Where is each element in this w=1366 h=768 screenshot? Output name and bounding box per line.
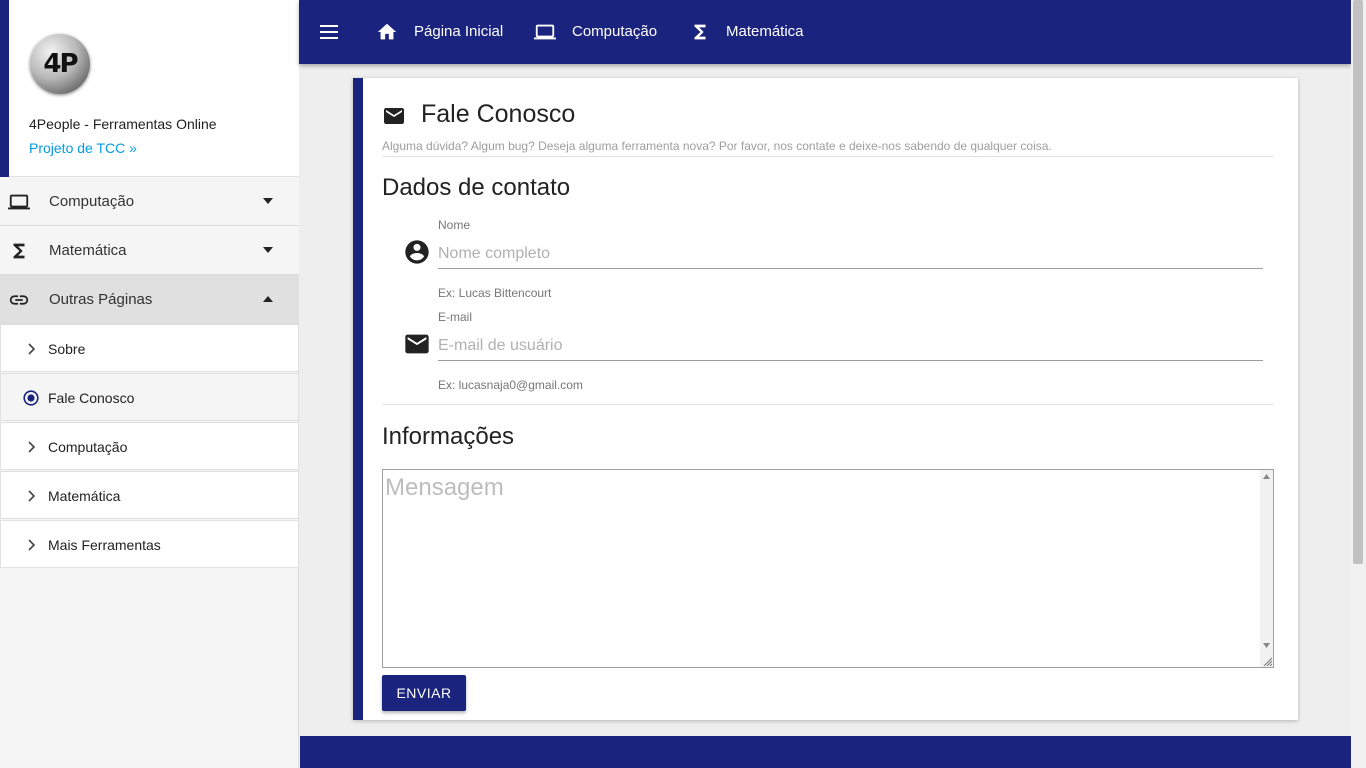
submenu-item-label: Fale Conosco <box>48 390 135 406</box>
topnav-matematica[interactable]: Matemática <box>689 0 809 64</box>
sidebar-item-label: Matemática <box>49 242 127 259</box>
topnav-home[interactable]: Página Inicial <box>376 0 506 64</box>
chevron-right-icon <box>28 343 36 355</box>
sidebar: 4P 4People - Ferramentas Online Projeto … <box>0 0 299 768</box>
textarea-scrollbar[interactable] <box>1260 470 1273 667</box>
mail-icon <box>384 108 404 124</box>
tcc-project-link[interactable]: Projeto de TCC » <box>29 140 137 156</box>
logo-text: 4P <box>43 49 78 79</box>
submenu-item-matematica[interactable]: Matemática <box>0 471 299 519</box>
message-textarea[interactable] <box>382 469 1274 668</box>
submenu-item-label: Mais Ferramentas <box>48 537 161 553</box>
link-icon <box>9 295 29 305</box>
hamburger-menu-icon[interactable] <box>319 22 339 42</box>
submenu-item-label: Matemática <box>48 488 121 504</box>
sidebar-brand: 4P 4People - Ferramentas Online Projeto … <box>0 0 299 177</box>
divider <box>382 156 1274 157</box>
submenu-item-sobre[interactable]: Sobre <box>0 324 299 372</box>
chevron-right-icon <box>28 490 36 502</box>
laptop-icon <box>534 24 556 40</box>
page-scrollbar-thumb[interactable] <box>1353 0 1363 564</box>
account-circle-icon <box>405 240 429 264</box>
section-title-info: Informações <box>382 423 515 450</box>
topnav-computacao[interactable]: Computação <box>534 0 664 64</box>
email-field-label: E-mail <box>438 310 473 324</box>
email-input[interactable] <box>438 331 1263 361</box>
name-input[interactable] <box>438 239 1263 269</box>
submenu-item-fale-conosco[interactable]: Fale Conosco <box>0 373 299 421</box>
sidebar-item-label: Computação <box>49 193 135 210</box>
name-field-label: Nome <box>438 218 471 232</box>
home-icon <box>377 23 397 40</box>
radio-selected-icon <box>23 390 39 406</box>
sigma-icon <box>694 24 706 40</box>
scroll-down-arrow-icon <box>1263 643 1270 648</box>
submenu-item-computacao[interactable]: Computação <box>0 422 299 470</box>
contact-card: Fale Conosco Alguma dúvida? Algum bug? D… <box>353 78 1298 720</box>
sidebar-item-computacao[interactable]: Computação <box>0 177 299 226</box>
chevron-right-icon <box>28 539 36 551</box>
send-button[interactable]: ENVIAR <box>382 675 466 711</box>
top-navbar: Página Inicial Computação Matemática <box>299 0 1351 64</box>
laptop-icon <box>8 194 30 210</box>
page-subtitle: Alguma dúvida? Algum bug? Deseja alguma … <box>382 139 1052 153</box>
topnav-matematica-label: Matemática <box>726 23 804 40</box>
caret-up-icon <box>263 296 273 302</box>
section-title-contact: Dados de contato <box>382 174 571 201</box>
caret-down-icon <box>263 247 273 253</box>
sigma-icon <box>13 243 25 259</box>
topnav-home-label: Página Inicial <box>414 23 504 40</box>
scroll-up-arrow-icon <box>1263 474 1270 479</box>
brand-title: 4People - Ferramentas Online <box>29 116 217 132</box>
submenu-item-label: Computação <box>48 439 128 455</box>
sidebar-item-label: Outras Páginas <box>49 291 153 308</box>
mail-icon <box>405 334 429 354</box>
divider <box>382 404 1274 405</box>
resize-handle-icon <box>1263 657 1272 666</box>
submenu-item-label: Sobre <box>48 341 86 357</box>
page-footer <box>300 736 1351 768</box>
submenu-item-mais-ferramentas[interactable]: Mais Ferramentas <box>0 520 299 568</box>
name-field-help: Ex: Lucas Bittencourt <box>438 286 552 300</box>
logo[interactable]: 4P <box>30 34 90 94</box>
brand-stripe <box>0 0 9 177</box>
sidebar-item-matematica[interactable]: Matemática <box>0 226 299 275</box>
sidebar-item-outras-paginas[interactable]: Outras Páginas <box>0 275 299 324</box>
chevron-right-icon <box>28 441 36 453</box>
page-title: Fale Conosco <box>421 100 576 128</box>
topnav-computacao-label: Computação <box>572 23 658 40</box>
email-field-help: Ex: lucasnaja0@gmail.com <box>438 378 583 392</box>
caret-down-icon <box>263 198 273 204</box>
